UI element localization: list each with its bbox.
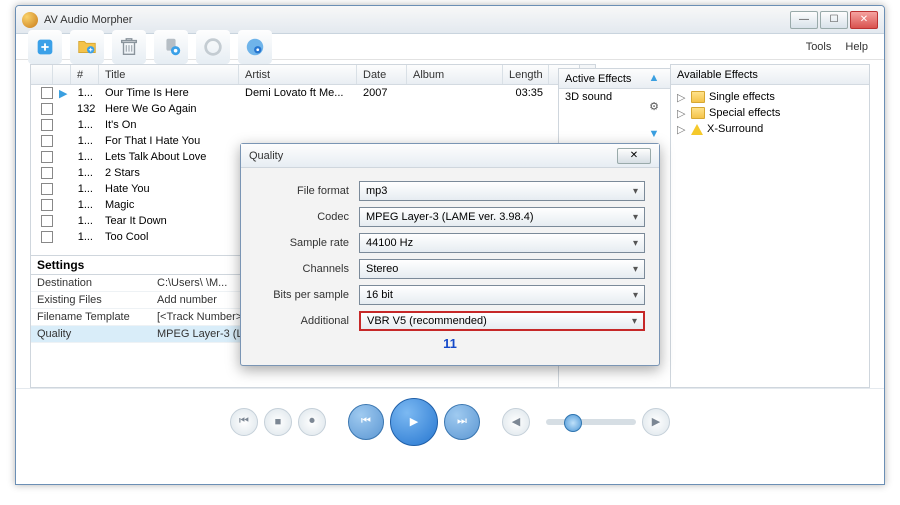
- menubar: Tools Help: [16, 34, 884, 60]
- tree-item[interactable]: ▷X-Surround: [677, 121, 863, 137]
- volume-up-button[interactable]: ▶: [642, 408, 670, 436]
- col-num[interactable]: #: [71, 65, 99, 84]
- window-title: AV Audio Morpher: [44, 14, 790, 26]
- warn-icon: [691, 124, 703, 135]
- col-title[interactable]: Title: [99, 65, 239, 84]
- channels-select[interactable]: Stereo: [359, 259, 645, 279]
- dialog-titlebar[interactable]: Quality ✕: [241, 144, 659, 168]
- volume-down-button[interactable]: ◀: [502, 408, 530, 436]
- row-checkbox[interactable]: [41, 135, 53, 147]
- delete-button[interactable]: [112, 30, 146, 64]
- maximize-button[interactable]: ☐: [820, 11, 848, 29]
- sample-rate-select[interactable]: 44100 Hz: [359, 233, 645, 253]
- arrow-up-icon[interactable]: ▲: [644, 68, 664, 88]
- col-album[interactable]: Album: [407, 65, 503, 84]
- available-effects-tree[interactable]: ▷Single effects▷Special effects▷X-Surrou…: [671, 85, 869, 141]
- row-checkbox[interactable]: [41, 199, 53, 211]
- row-checkbox[interactable]: [41, 119, 53, 131]
- gear-icon[interactable]: ⚙: [644, 96, 664, 116]
- table-row[interactable]: ▶ 1...Our Time Is HereDemi Lovato ft Me.…: [31, 85, 579, 101]
- row-checkbox[interactable]: [41, 87, 53, 99]
- expand-icon[interactable]: ▷: [677, 123, 687, 136]
- expand-icon[interactable]: ▷: [677, 107, 687, 120]
- add-file-button[interactable]: [28, 30, 62, 64]
- col-length[interactable]: Length: [503, 65, 549, 84]
- track-header: # Title Artist Date Album Length: [31, 65, 579, 85]
- menu-help[interactable]: Help: [845, 41, 868, 53]
- folder-icon: [691, 107, 705, 119]
- row-checkbox[interactable]: [41, 231, 53, 243]
- dialog-close-button[interactable]: ✕: [617, 148, 651, 164]
- row-checkbox[interactable]: [41, 183, 53, 195]
- play-button[interactable]: ▶: [390, 398, 438, 446]
- row-checkbox[interactable]: [41, 151, 53, 163]
- dialog-title: Quality: [249, 150, 617, 162]
- quality-dialog: Quality ✕ File formatmp3 CodecMPEG Layer…: [240, 143, 660, 366]
- tree-item[interactable]: ▷Special effects: [677, 105, 863, 121]
- col-artist[interactable]: Artist: [239, 65, 357, 84]
- row-checkbox[interactable]: [41, 167, 53, 179]
- playing-icon: ▶: [59, 88, 67, 100]
- col-date[interactable]: Date: [357, 65, 407, 84]
- file-format-select[interactable]: mp3: [359, 181, 645, 201]
- available-effects-panel: Available Effects ▷Single effects▷Specia…: [670, 64, 870, 388]
- table-row[interactable]: 132Here We Go Again: [31, 101, 579, 117]
- record-button[interactable]: ⏺: [298, 408, 326, 436]
- prev-button[interactable]: ⏮: [348, 404, 384, 440]
- convert-button[interactable]: [238, 30, 272, 64]
- refresh-button[interactable]: [196, 30, 230, 64]
- menu-tools[interactable]: Tools: [806, 41, 832, 53]
- folder-icon: [691, 91, 705, 103]
- settings-button[interactable]: [154, 30, 188, 64]
- arrow-down-icon[interactable]: ▼: [644, 124, 664, 144]
- annotation-label: 11: [255, 336, 645, 351]
- stop-button[interactable]: ■: [264, 408, 292, 436]
- available-effects-header: Available Effects: [671, 65, 869, 85]
- expand-icon[interactable]: ▷: [677, 91, 687, 104]
- row-checkbox[interactable]: [41, 103, 53, 115]
- volume-slider[interactable]: [546, 419, 636, 425]
- close-button[interactable]: ✕: [850, 11, 878, 29]
- additional-select[interactable]: VBR V5 (recommended): [359, 311, 645, 331]
- rewind-start-button[interactable]: ⏮: [230, 408, 258, 436]
- row-checkbox[interactable]: [41, 215, 53, 227]
- player-bar: ⏮ ■ ⏺ ⏮ ▶ ⏭ ◀ ▶: [16, 388, 884, 454]
- codec-select[interactable]: MPEG Layer-3 (LAME ver. 3.98.4): [359, 207, 645, 227]
- table-row[interactable]: 1...It's On: [31, 117, 579, 133]
- minimize-button[interactable]: —: [790, 11, 818, 29]
- bits-select[interactable]: 16 bit: [359, 285, 645, 305]
- tree-item[interactable]: ▷Single effects: [677, 89, 863, 105]
- next-button[interactable]: ⏭: [444, 404, 480, 440]
- add-folder-button[interactable]: [70, 30, 104, 64]
